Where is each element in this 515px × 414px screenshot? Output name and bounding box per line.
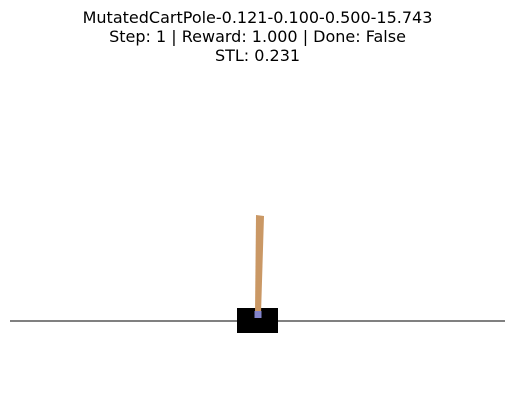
pole	[255, 215, 264, 314]
cartpole-scene	[10, 215, 505, 333]
axle	[254, 311, 262, 318]
